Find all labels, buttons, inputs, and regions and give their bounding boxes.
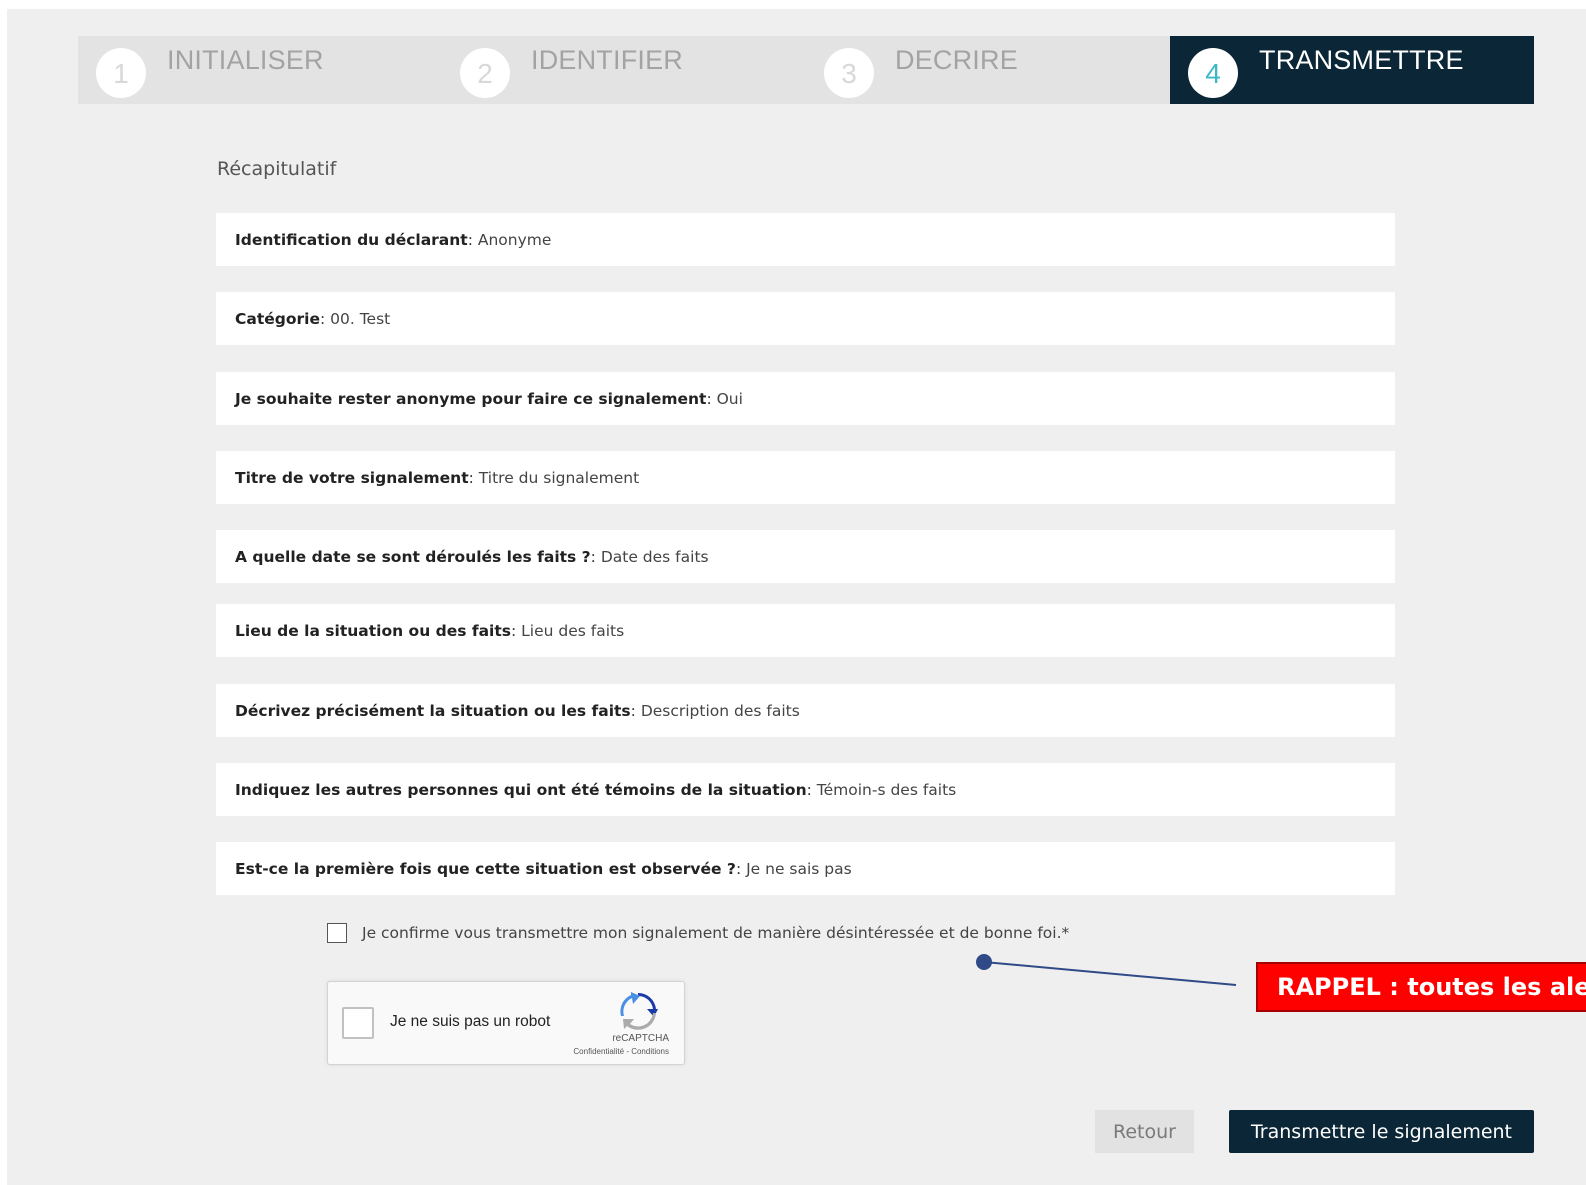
recap-row-key: Titre de votre signalement	[235, 468, 469, 487]
recap-row-value: Oui	[716, 389, 743, 408]
recap-row-value: Je ne sais pas	[746, 859, 852, 878]
recap-row-separator: :	[590, 547, 601, 566]
recap-row-separator: :	[319, 309, 331, 328]
recap-row-key: Est-ce la première fois que cette situat…	[235, 859, 736, 878]
step-identifier[interactable]: 2 IDENTIFIER	[442, 36, 806, 104]
recaptcha-brand: reCAPTCHA	[612, 1033, 669, 1044]
recap-row-value: Témoin-s des faits	[816, 780, 957, 799]
recaptcha-links[interactable]: Confidentialité - Conditions	[573, 1047, 669, 1056]
recap-row-separator: :	[706, 389, 717, 408]
recaptcha-logo-icon	[620, 992, 658, 1030]
recap-row-key: Lieu de la situation ou des faits	[235, 621, 512, 640]
recap-row-key: Indiquez les autres personnes qui ont ét…	[235, 780, 807, 799]
recap-row: Indiquez les autres personnes qui ont ét…	[216, 763, 1395, 816]
recap-row-value: Description des faits	[640, 701, 800, 720]
step-number-circle: 4	[1188, 48, 1238, 98]
recaptcha-widget: Je ne suis pas un robot reCAPTCHA Confid…	[327, 981, 685, 1065]
recap-row: A quelle date se sont déroulés les faits…	[216, 530, 1395, 583]
recap-row-separator: :	[511, 621, 522, 640]
recap-row: Identification du déclarant: Anonyme	[216, 213, 1395, 266]
step-label: DECRIRE	[895, 45, 1018, 75]
recap-row-value: Lieu des faits	[521, 621, 625, 640]
recap-row-value: 00. Test	[330, 309, 391, 328]
recaptcha-checkbox[interactable]	[342, 1007, 374, 1039]
recap-row-key: Décrivez précisément la situation ou les…	[235, 701, 631, 720]
recap-row-key: A quelle date se sont déroulés les faits…	[235, 547, 591, 566]
recap-title: Récapitulatif	[217, 158, 337, 180]
confirm-checkbox[interactable]	[327, 923, 347, 943]
recap-row-separator: :	[468, 468, 479, 487]
recap-row: Décrivez précisément la situation ou les…	[216, 684, 1395, 737]
back-button[interactable]: Retour	[1095, 1110, 1194, 1153]
step-initialiser[interactable]: 1 INITIALISER	[78, 36, 442, 104]
recaptcha-label: Je ne suis pas un robot	[390, 1013, 551, 1030]
recap-row-separator: :	[735, 859, 747, 878]
submit-report-button[interactable]: Transmettre le signalement	[1229, 1110, 1534, 1153]
recap-row: Lieu de la situation ou des faits: Lieu …	[216, 604, 1395, 657]
confirm-consent[interactable]: Je confirme vous transmettre mon signale…	[327, 923, 1069, 943]
recap-row-value: Titre du signalement	[478, 468, 640, 487]
confirm-label: Je confirme vous transmettre mon signale…	[362, 924, 1070, 942]
rappel-annotation: RAPPEL : toutes les alertes	[1256, 962, 1586, 1012]
recap-row-separator: :	[630, 701, 641, 720]
step-label: IDENTIFIER	[531, 45, 684, 75]
recap-row: Titre de votre signalement: Titre du sig…	[216, 451, 1395, 504]
recap-row-value: Date des faits	[600, 547, 709, 566]
step-number-circle: 2	[460, 48, 510, 98]
recap-row-key: Identification du déclarant	[235, 230, 468, 249]
recap-row-value: Anonyme	[477, 230, 552, 249]
stepper: 1 INITIALISER 2 IDENTIFIER 3 DECRIRE 4 T…	[78, 36, 1534, 104]
recap-row: Catégorie: 00. Test	[216, 292, 1395, 345]
recap-row: Je souhaite rester anonyme pour faire ce…	[216, 372, 1395, 425]
step-decrire[interactable]: 3 DECRIRE	[806, 36, 1170, 104]
step-label: INITIALISER	[167, 45, 324, 75]
recap-row-separator: :	[467, 230, 478, 249]
recap-row-key: Je souhaite rester anonyme pour faire ce…	[235, 389, 707, 408]
step-number-circle: 1	[96, 48, 146, 98]
step-transmettre[interactable]: 4 TRANSMETTRE	[1170, 36, 1534, 104]
recap-row-separator: :	[806, 780, 817, 799]
recap-row: Est-ce la première fois que cette situat…	[216, 842, 1395, 895]
recap-row-key: Catégorie	[235, 309, 320, 328]
step-number-circle: 3	[824, 48, 874, 98]
step-label: TRANSMETTRE	[1259, 45, 1464, 75]
